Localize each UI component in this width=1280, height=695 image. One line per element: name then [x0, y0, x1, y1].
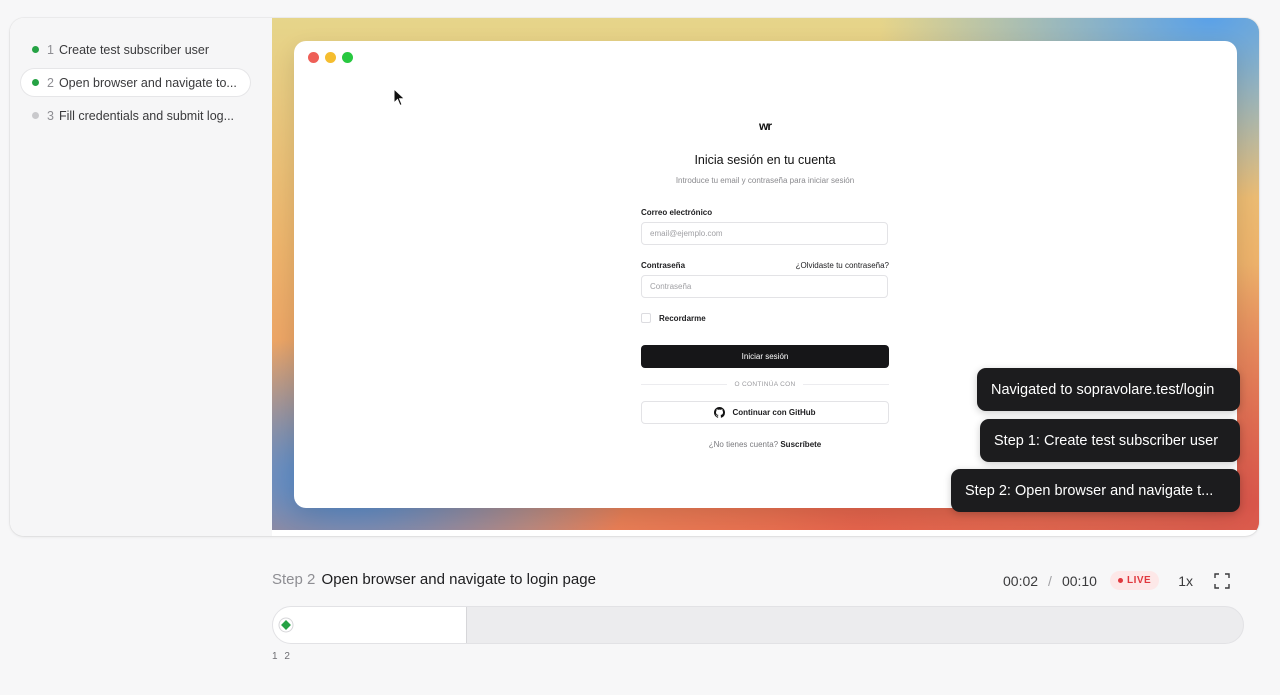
live-button[interactable]: LIVE: [1109, 571, 1160, 590]
password-label-row: Contraseña ¿Olvidaste tu contraseña?: [641, 261, 889, 270]
brand-logo: wr: [758, 119, 772, 133]
step-label: Create test subscriber user: [58, 42, 210, 57]
timeline-track[interactable]: [272, 606, 1244, 644]
step-label: Open browser and navigate to...: [58, 75, 237, 90]
password-label: Contraseña: [641, 261, 686, 270]
step-status-dot: [32, 112, 39, 119]
live-dot-icon: [1117, 578, 1123, 583]
step-item-1[interactable]: 1 Create test subscriber user: [21, 36, 250, 63]
step-item-3[interactable]: 3 Fill credentials and submit log...: [21, 102, 250, 129]
step-status-dot: [32, 46, 39, 53]
email-label: Correo electrónico: [641, 208, 713, 217]
signup-link[interactable]: Suscríbete: [780, 440, 821, 449]
step-number: 1: [47, 42, 54, 57]
github-label: Continuar con GitHub: [732, 408, 816, 417]
step-number: 2: [47, 75, 54, 90]
login-form: wr Inicia sesión en tu cuenta Introduce …: [641, 119, 889, 449]
email-field[interactable]: email@ejemplo.com: [641, 222, 888, 245]
timeline-tick-labels: 1 2: [272, 651, 292, 662]
steps-sidebar: 1 Create test subscriber user 2 Open bro…: [10, 18, 272, 536]
total-time: 00:10: [1061, 572, 1097, 589]
step-item-2[interactable]: 2 Open browser and navigate to...: [21, 69, 250, 96]
current-step-title: Step 2 Open browser and navigate to logi…: [272, 571, 596, 588]
login-subtitle: Introduce tu email y contraseña para ini…: [675, 176, 855, 185]
step-label: Fill credentials and submit log...: [58, 108, 235, 123]
step-status-dot: [32, 79, 39, 86]
current-time: 00:02: [1003, 572, 1039, 589]
continue-divider: O CONTINÚA CON: [641, 381, 889, 388]
email-placeholder: email@ejemplo.com: [650, 229, 723, 238]
time-separator: /: [1048, 572, 1052, 589]
step-number: 3: [47, 108, 54, 123]
step-tag: Step 2: [272, 571, 316, 588]
window-controls: [308, 52, 353, 63]
playback-speed-button[interactable]: 1x: [1178, 573, 1193, 589]
live-label: LIVE: [1126, 575, 1152, 586]
divider-text: O CONTINÚA CON: [734, 381, 796, 388]
remember-label: Recordarme: [659, 313, 706, 323]
close-window-button[interactable]: [308, 52, 319, 63]
fullscreen-icon[interactable]: [1214, 572, 1230, 589]
remember-checkbox[interactable]: [641, 313, 651, 323]
signup-row: ¿No tienes cuenta? Suscríbete: [641, 440, 889, 449]
toast-navigated: Navigated to sopravolare.test/login: [977, 368, 1240, 411]
player-controls: 00:02 / 00:10 LIVE 1x: [1003, 571, 1230, 590]
minimize-window-button[interactable]: [325, 52, 336, 63]
maximize-window-button[interactable]: [342, 52, 353, 63]
login-submit-button[interactable]: Iniciar sesión: [641, 345, 889, 368]
remember-me-row[interactable]: Recordarme: [641, 313, 889, 323]
forgot-password-link[interactable]: ¿Olvidaste tu contraseña?: [796, 261, 889, 270]
password-field[interactable]: Contraseña: [641, 275, 888, 298]
github-icon: [714, 407, 726, 418]
toast-step-2: Step 2: Open browser and navigate t...: [951, 469, 1240, 512]
signup-prompt: ¿No tienes cuenta?: [708, 440, 779, 449]
step-title: Open browser and navigate to login page: [321, 571, 596, 588]
password-placeholder: Contraseña: [650, 282, 692, 291]
login-title: Inicia sesión en tu cuenta: [694, 153, 836, 167]
github-login-button[interactable]: Continuar con GitHub: [641, 401, 889, 424]
cursor-icon: [393, 88, 406, 107]
toast-step-1: Step 1: Create test subscriber user: [980, 419, 1240, 462]
step-marker-icon[interactable]: [278, 617, 294, 633]
timeline-progress-segment[interactable]: [273, 607, 467, 643]
